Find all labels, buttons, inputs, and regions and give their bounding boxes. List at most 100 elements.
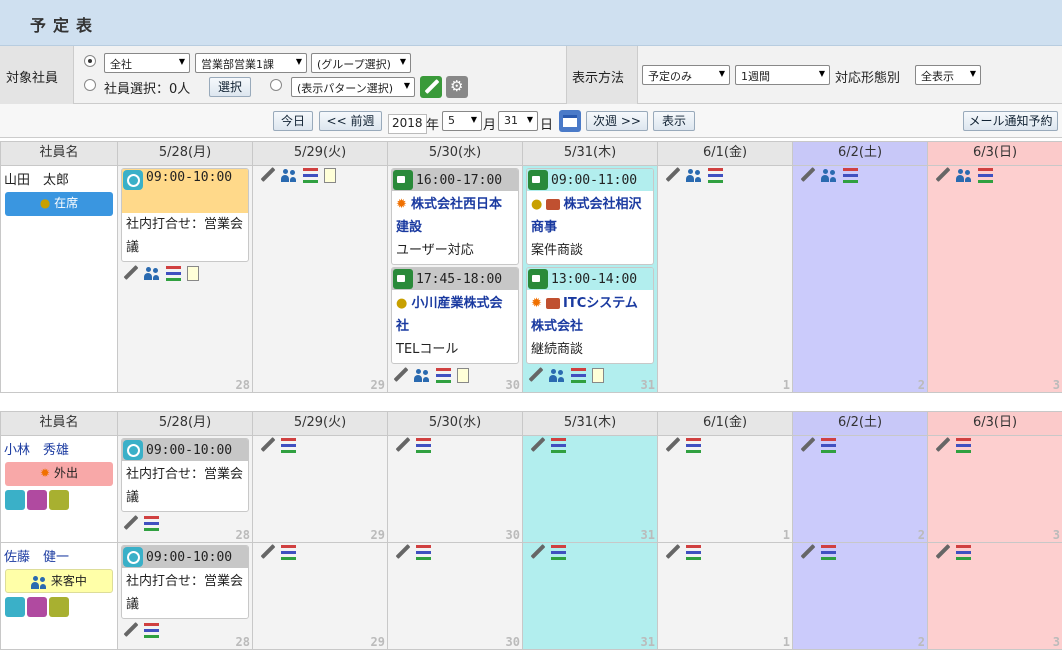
pencil-icon[interactable]	[122, 265, 138, 281]
comment-icon[interactable]	[49, 597, 69, 617]
pencil-icon[interactable]	[527, 367, 543, 383]
day-cell[interactable]: 2	[792, 165, 928, 393]
list-icon[interactable]	[956, 438, 971, 453]
pencil-icon[interactable]	[394, 544, 410, 560]
mail-reserve-button[interactable]: メール通知予約	[963, 111, 1058, 131]
list-icon[interactable]	[686, 438, 701, 453]
list-icon[interactable]	[821, 438, 836, 453]
event-card[interactable]: 09:00-10:00 社内打合せ：営業会議	[121, 438, 249, 512]
pencil-icon[interactable]	[664, 437, 680, 453]
employee-name[interactable]: 山田 太郎	[2, 167, 117, 191]
people-icon[interactable]	[956, 167, 972, 183]
pencil-icon[interactable]	[122, 622, 138, 638]
day-cell[interactable]: 09:00-10:00 社内打合せ：営業会議 28	[117, 542, 253, 650]
pencil-icon[interactable]	[934, 167, 950, 183]
event-card[interactable]: 16:00-17:00 ✹ 株式会社西日本建設 ユーザー対応	[391, 168, 519, 265]
list-icon[interactable]	[303, 168, 318, 183]
scope-radio[interactable]	[84, 55, 96, 67]
today-button[interactable]: 今日	[273, 111, 313, 131]
day-cell[interactable]: 1	[657, 542, 793, 650]
pencil-icon[interactable]	[259, 167, 275, 183]
gear-icon[interactable]: ⚙	[446, 76, 468, 98]
list-icon[interactable]	[843, 168, 858, 183]
scope-select[interactable]: 全社	[104, 53, 190, 73]
people-icon[interactable]	[414, 367, 430, 383]
pencil-icon[interactable]	[664, 167, 680, 183]
people-icon[interactable]	[144, 265, 160, 281]
event-card[interactable]: 13:00-14:00 ✹ ITCシステム株式会社 継続商談	[526, 267, 654, 364]
list-icon[interactable]	[978, 168, 993, 183]
list-icon[interactable]	[144, 516, 159, 531]
employee-name[interactable]: 小林 秀雄	[2, 437, 117, 461]
edit-pattern-icon[interactable]	[420, 76, 442, 98]
people-icon[interactable]	[281, 167, 297, 183]
day-cell[interactable]: 09:00-10:00 社内打合せ：営業会議 28	[117, 435, 253, 543]
day-cell[interactable]: 1	[657, 435, 793, 543]
event-card[interactable]: 09:00-10:00 社内打合せ：営業会議	[121, 545, 249, 619]
day-cell[interactable]: 3	[927, 542, 1062, 650]
list-icon[interactable]	[144, 623, 159, 638]
pencil-icon[interactable]	[122, 515, 138, 531]
display-select[interactable]: 予定のみ	[642, 65, 730, 85]
day-cell[interactable]: 29	[252, 435, 388, 543]
day-cell[interactable]: 09:00-11:00 ● 株式会社相沢商事 案件商談 13:00-14:00 ✹…	[522, 165, 658, 393]
pencil-icon[interactable]	[394, 437, 410, 453]
year-value[interactable]: 2018	[388, 114, 427, 134]
calendar-small-icon[interactable]	[5, 490, 25, 510]
comment-icon[interactable]	[49, 490, 69, 510]
period-select[interactable]: 1週間	[735, 65, 830, 85]
pattern-radio[interactable]	[270, 79, 282, 91]
calendar-small-icon[interactable]	[5, 597, 25, 617]
pencil-icon[interactable]	[664, 544, 680, 560]
group-select[interactable]: (グループ選択)	[311, 53, 411, 73]
prev-week-button[interactable]: << 前週	[319, 111, 382, 131]
people-icon[interactable]	[821, 167, 837, 183]
people-icon[interactable]	[549, 367, 565, 383]
pencil-icon[interactable]	[934, 437, 950, 453]
pattern-select[interactable]: (表示パターン選択)	[291, 77, 415, 97]
list-icon[interactable]	[551, 545, 566, 560]
document-icon[interactable]	[324, 167, 336, 183]
gift-icon[interactable]	[27, 597, 47, 617]
list-icon[interactable]	[551, 438, 566, 453]
day-cell[interactable]: 16:00-17:00 ✹ 株式会社西日本建設 ユーザー対応 17:45-18:0…	[387, 165, 523, 393]
next-week-button[interactable]: 次週 >>	[586, 111, 648, 131]
list-icon[interactable]	[281, 438, 296, 453]
day-cell[interactable]: 3	[927, 165, 1062, 393]
day-cell[interactable]: 3	[927, 435, 1062, 543]
dept-select[interactable]: 営業部営業1課	[195, 53, 307, 73]
day-cell[interactable]: 30	[387, 542, 523, 650]
list-icon[interactable]	[436, 368, 451, 383]
month-select[interactable]: 5	[442, 111, 482, 131]
day-cell[interactable]: 09:00-10:00 社内打合せ：営業会議 28	[117, 165, 253, 393]
show-button[interactable]: 表示	[653, 111, 695, 131]
employee-name[interactable]: 佐藤 健一	[2, 544, 117, 568]
event-card[interactable]: 17:45-18:00 ● 小川産業株式会社 TELコール	[391, 267, 519, 364]
pencil-icon[interactable]	[529, 544, 545, 560]
day-select[interactable]: 31	[498, 111, 538, 131]
calendar-icon[interactable]	[559, 110, 581, 132]
day-cell[interactable]: 29	[252, 165, 388, 393]
gift-icon[interactable]	[27, 490, 47, 510]
type-select[interactable]: 全表示	[915, 65, 981, 85]
event-card[interactable]: 09:00-11:00 ● 株式会社相沢商事 案件商談	[526, 168, 654, 265]
event-card[interactable]: 09:00-10:00 社内打合せ：営業会議	[121, 168, 249, 262]
pencil-icon[interactable]	[799, 544, 815, 560]
list-icon[interactable]	[821, 545, 836, 560]
pencil-icon[interactable]	[934, 544, 950, 560]
pencil-icon[interactable]	[392, 367, 408, 383]
pencil-icon[interactable]	[259, 544, 275, 560]
day-cell[interactable]: 2	[792, 542, 928, 650]
list-icon[interactable]	[686, 545, 701, 560]
pencil-icon[interactable]	[259, 437, 275, 453]
pencil-icon[interactable]	[799, 437, 815, 453]
list-icon[interactable]	[166, 266, 181, 281]
people-icon[interactable]	[686, 167, 702, 183]
document-icon[interactable]	[592, 367, 604, 383]
list-icon[interactable]	[956, 545, 971, 560]
pencil-icon[interactable]	[799, 167, 815, 183]
list-icon[interactable]	[708, 168, 723, 183]
employee-select-button[interactable]: 選択	[209, 77, 251, 97]
list-icon[interactable]	[416, 545, 431, 560]
day-cell[interactable]: 1	[657, 165, 793, 393]
